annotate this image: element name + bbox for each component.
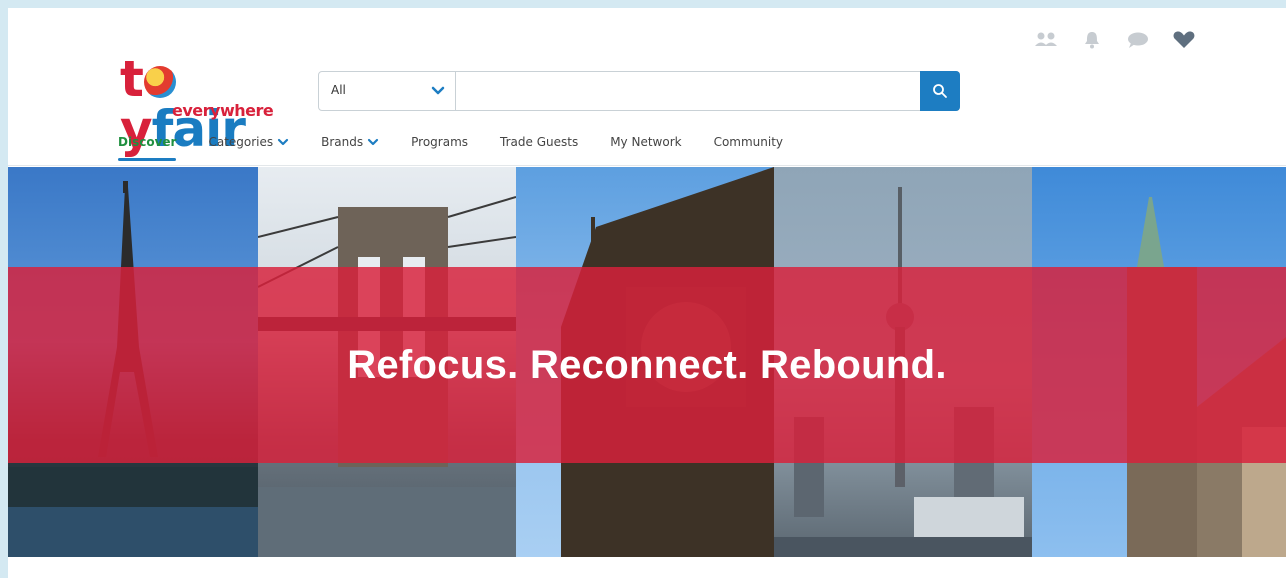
nav-item-categories[interactable]: Categories xyxy=(208,131,289,161)
chevron-down-icon xyxy=(431,86,445,95)
logo-ball-icon xyxy=(143,66,176,98)
bell-icon[interactable] xyxy=(1078,29,1106,51)
search-input[interactable] xyxy=(457,74,911,108)
nav-item-my-network[interactable]: My Network xyxy=(610,131,681,161)
nav-item-discover[interactable]: Discover xyxy=(118,131,177,161)
nav-item-programs[interactable]: Programs xyxy=(411,131,468,161)
nav-item-trade-guests[interactable]: Trade Guests xyxy=(500,131,578,161)
search-button[interactable] xyxy=(920,71,960,111)
nav-divider xyxy=(8,165,1286,166)
chevron-down-icon xyxy=(278,138,289,146)
nav-item-community[interactable]: Community xyxy=(714,131,783,161)
hero-headline: Refocus. Reconnect. Rebound. xyxy=(347,342,947,387)
chat-icon[interactable] xyxy=(1124,29,1152,51)
search-category-label: All xyxy=(331,83,346,97)
logo-tagline: everywhere xyxy=(172,101,274,120)
users-icon[interactable] xyxy=(1032,29,1060,51)
search-category-select[interactable]: All xyxy=(319,72,456,110)
utility-icons xyxy=(1032,25,1198,55)
hero-banner: Refocus. Reconnect. Rebound. xyxy=(8,167,1286,557)
content-area xyxy=(8,557,1286,578)
main-nav: Discover Categories Brands Programs Trad… xyxy=(118,131,815,161)
search-icon xyxy=(933,84,947,98)
page-frame: tyfair everywhere All Discover Categorie… xyxy=(8,8,1286,578)
search-bar: All xyxy=(318,71,960,111)
heart-icon[interactable] xyxy=(1170,29,1198,51)
chevron-down-icon xyxy=(368,138,379,146)
nav-item-brands[interactable]: Brands xyxy=(321,131,379,161)
toyfair-logo[interactable]: tyfair everywhere xyxy=(120,54,295,154)
